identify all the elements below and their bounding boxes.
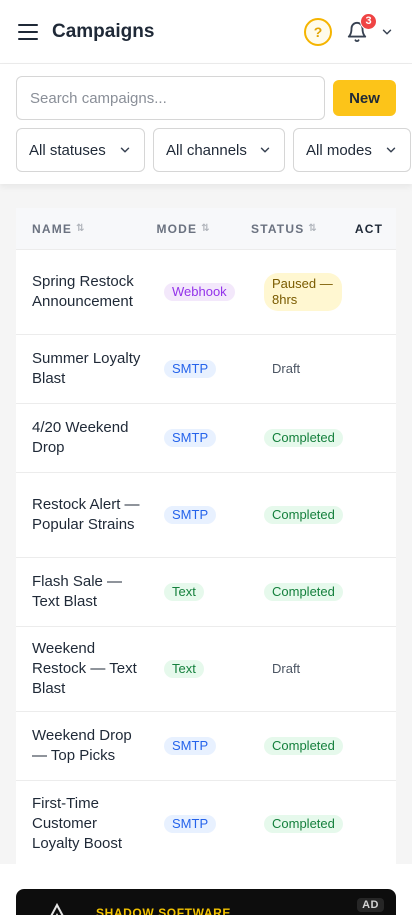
status-badge: Completed bbox=[264, 583, 343, 601]
table-header: NAME ⇅ MODE ⇅ STATUS ⇅ ACT bbox=[16, 208, 396, 250]
table-row[interactable]: First-Time Customer Loyalty Boost SMTP C… bbox=[16, 781, 396, 864]
status-badge: Draft bbox=[272, 661, 301, 676]
status-badge: Completed bbox=[264, 814, 343, 833]
mode-badge: SMTP bbox=[164, 814, 217, 833]
table-row[interactable]: Spring Restock Announcement Webhook Paus… bbox=[16, 250, 396, 335]
mode-badge: SMTP bbox=[164, 429, 217, 447]
channel-filter[interactable]: All channels bbox=[153, 128, 285, 172]
status-badge: Completed bbox=[264, 506, 343, 524]
table-row[interactable]: Summer Loyalty Blast SMTP Draft bbox=[16, 335, 396, 404]
campaign-name[interactable]: Weekend Restock — Text Blast bbox=[16, 639, 148, 699]
mode-badge: Webhook bbox=[164, 283, 235, 301]
campaign-name[interactable]: Weekend Drop — Top Picks bbox=[16, 726, 148, 766]
page-title: Campaigns bbox=[52, 20, 155, 42]
sort-icon: ⇅ bbox=[308, 223, 317, 234]
new-campaign-button[interactable]: New bbox=[333, 80, 396, 116]
status-badge: Paused — 8hrs bbox=[264, 273, 342, 311]
mode-filter-value: All modes bbox=[306, 141, 372, 159]
mode-badge: SMTP bbox=[164, 506, 217, 524]
table-row[interactable]: 4/20 Weekend Drop SMTP Completed bbox=[16, 404, 396, 473]
status-filter-value: All statuses bbox=[29, 141, 106, 159]
column-status[interactable]: STATUS ⇅ bbox=[235, 222, 339, 236]
table-row[interactable]: Weekend Restock — Text Blast Text Draft bbox=[16, 627, 396, 712]
campaign-name[interactable]: Spring Restock Announcement bbox=[16, 272, 148, 312]
chevron-down-icon bbox=[120, 147, 130, 153]
campaigns-table: NAME ⇅ MODE ⇅ STATUS ⇅ ACT Spring Restock A… bbox=[16, 208, 396, 864]
campaign-name[interactable]: Summer Loyalty Blast bbox=[16, 349, 148, 389]
campaign-name[interactable]: First-Time Customer Loyalty Boost bbox=[16, 794, 148, 854]
column-mode[interactable]: MODE ⇅ bbox=[140, 222, 235, 236]
status-badge: Completed bbox=[264, 429, 343, 447]
column-actions: ACT bbox=[354, 221, 384, 236]
ad-banner[interactable]: SHADOW SOFTWARE AD bbox=[16, 889, 396, 915]
campaign-name[interactable]: 4/20 Weekend Drop bbox=[16, 418, 148, 458]
status-badge: Completed bbox=[264, 737, 343, 755]
controls-panel: New All statuses All channels All modes bbox=[0, 64, 412, 184]
notification-badge: 3 bbox=[360, 12, 377, 30]
status-badge: Draft bbox=[272, 361, 301, 376]
table-row[interactable]: Flash Sale — Text Blast Text Completed bbox=[16, 558, 396, 627]
chevron-down-icon bbox=[260, 147, 270, 153]
table-row[interactable]: Weekend Drop — Top Picks SMTP Completed bbox=[16, 712, 396, 781]
mode-badge: SMTP bbox=[164, 737, 217, 755]
chevron-down-icon bbox=[386, 147, 396, 153]
mode-badge: Text bbox=[164, 660, 204, 678]
channel-filter-value: All channels bbox=[166, 141, 247, 159]
mode-badge: Text bbox=[164, 583, 204, 601]
campaign-name[interactable]: Flash Sale — Text Blast bbox=[16, 572, 148, 612]
shadow-software-logo-icon bbox=[50, 903, 64, 915]
notifications-button[interactable]: 3 bbox=[346, 12, 377, 43]
column-name[interactable]: NAME ⇅ bbox=[16, 222, 140, 236]
campaign-name[interactable]: Restock Alert — Popular Strains bbox=[16, 495, 148, 535]
table-row[interactable]: Restock Alert — Popular Strains SMTP Com… bbox=[16, 473, 396, 558]
top-bar: Campaigns ? 3 bbox=[0, 0, 412, 64]
mode-badge: SMTP bbox=[164, 360, 217, 378]
column-name-label: NAME bbox=[32, 221, 73, 236]
hamburger-menu-icon[interactable] bbox=[18, 23, 38, 40]
ad-tag: AD bbox=[357, 898, 384, 912]
ad-brand-name: SHADOW SOFTWARE bbox=[96, 906, 231, 915]
column-mode-label: MODE bbox=[156, 221, 198, 236]
help-icon[interactable]: ? bbox=[304, 17, 332, 46]
search-input[interactable] bbox=[16, 76, 325, 120]
mode-filter[interactable]: All modes bbox=[293, 128, 411, 172]
sort-icon: ⇅ bbox=[201, 223, 210, 234]
chevron-down-icon[interactable] bbox=[380, 25, 394, 39]
status-filter[interactable]: All statuses bbox=[16, 128, 145, 172]
column-status-label: STATUS bbox=[250, 221, 305, 236]
sort-icon: ⇅ bbox=[76, 223, 85, 234]
table-area: NAME ⇅ MODE ⇅ STATUS ⇅ ACT Spring Restock A… bbox=[0, 184, 412, 864]
